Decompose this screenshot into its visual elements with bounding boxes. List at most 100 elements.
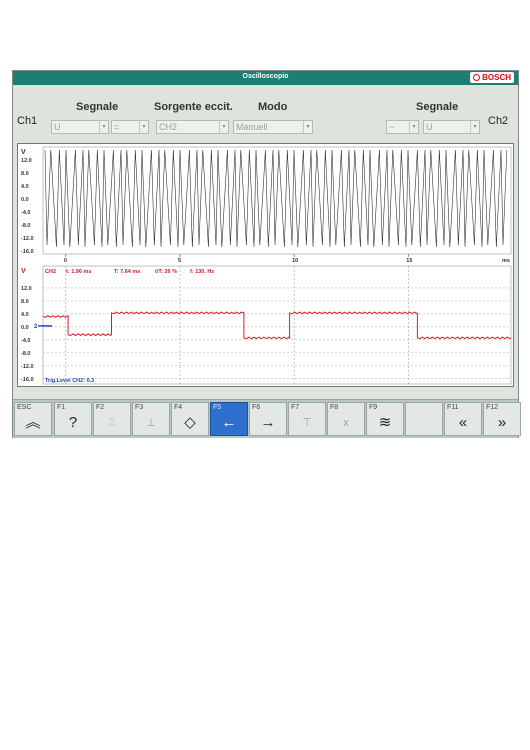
help-person-icon: ?: [68, 414, 78, 431]
trigger-level-readout: Trig.Level CH2: 0.3: [45, 378, 94, 384]
double-up-chevron-icon: ︽: [25, 414, 41, 431]
ch1-y-tick-label: 12.0: [21, 158, 32, 164]
mode-select[interactable]: Manuell ▾: [233, 120, 313, 134]
double-right-chevron-icon: »: [497, 414, 507, 431]
fkey-f7[interactable]: F7 ⊤: [288, 402, 326, 436]
fkey-label: F9: [369, 404, 378, 411]
arrow-right-icon: →: [260, 414, 276, 431]
fkey-f1[interactable]: F1?: [54, 402, 92, 436]
title-bar: Oscilloscopio BOSCH: [13, 71, 518, 85]
plot-area[interactable]: V 12.0 8.0 4.0 0.0 -4.0 -8.0 -12.0 -16.0 0 5 10 15 ms…: [17, 143, 514, 387]
arrow-left-icon: ←: [221, 414, 237, 431]
ch2-y-tick-label: -16.0: [21, 377, 34, 383]
fkey-label: F12: [486, 404, 499, 411]
source-select[interactable]: CH2 ▾: [156, 120, 229, 134]
ch1-unit-label: V: [21, 149, 26, 156]
x-cursor-icon: x: [343, 417, 349, 429]
ch1-x-tick-label: 10: [292, 258, 298, 264]
ch1-coupling-value: =: [114, 122, 120, 132]
ch1-x-tick-label: 5: [178, 258, 181, 264]
fkey-f3[interactable]: F3 ⊥: [132, 402, 170, 436]
chevron-down-icon: ▾: [409, 121, 418, 133]
ch1-y-tick-label: -4.0: [21, 210, 30, 216]
ch2-channel-readout: CH2: [45, 269, 56, 275]
ch1-label: Ch1: [17, 115, 38, 127]
cursor-icon: ⊤: [302, 417, 312, 429]
ch1-signal-value: U: [54, 122, 61, 132]
mode-value: Manuell: [236, 122, 268, 132]
ch2-signal-value: U: [426, 122, 433, 132]
ch2-coupling-select[interactable]: ~ ▾: [386, 120, 419, 134]
channel-controls: Ch1 Segnale Sorgente eccit. Modo Segnale…: [13, 85, 518, 142]
ch2-y-tick-label: -4.0: [21, 338, 30, 344]
ch2-y-tick-label: 4.0: [21, 312, 29, 318]
function-key-bar: ESC ︽ F1? F2 ⎍ F3 ⊥ F4 ◇ F5 ← F6 → F7 ⊤ F8 x F9 ≋ F11 «F12»: [13, 399, 521, 438]
bosch-logo: BOSCH: [470, 72, 514, 83]
fkey-esc[interactable]: ESC ︽: [14, 402, 52, 436]
fkey-label: F3: [135, 404, 144, 411]
ch2-y-tick-label: 12.0: [21, 286, 32, 292]
double-left-chevron-icon: «: [458, 414, 468, 431]
ch2-plot-frame: [42, 265, 512, 385]
ch2-signal-select[interactable]: U ▾: [423, 120, 480, 134]
signal-edge-icon: ⎍: [108, 417, 116, 429]
period-readout: T: 7.64 ms: [114, 269, 140, 275]
ch2-y-tick-label: -12.0: [21, 364, 34, 370]
waveform-icon: ≋: [378, 414, 392, 431]
fkey-label: F1: [57, 404, 66, 411]
fkey-f9[interactable]: F9 ≋: [366, 402, 404, 436]
chevron-down-icon: ▾: [99, 121, 108, 133]
fkey-label: F8: [330, 404, 339, 411]
ch2-y-tick-label: 8.0: [21, 299, 29, 305]
sorgente-label: Sorgente eccit.: [154, 101, 233, 113]
trigger-marker-label: 2: [34, 324, 38, 330]
fkey-f4[interactable]: F4 ◇: [171, 402, 209, 436]
ch1-x-tick-label: 15: [406, 258, 412, 264]
ch2-label: Ch2: [488, 115, 509, 127]
fkey-label: F11: [447, 404, 459, 411]
ch1-y-tick-label: -12.0: [21, 236, 34, 242]
ch1-y-tick-label: 4.0: [21, 184, 29, 190]
window-title: Oscilloscopio: [242, 73, 289, 80]
trigger-icon: ⊥: [146, 417, 156, 429]
ch2-y-tick-label: 0.0: [21, 325, 29, 331]
chevron-down-icon: ▾: [303, 121, 312, 133]
fkey-f11[interactable]: F11 «: [444, 402, 482, 436]
frequency-readout: f: 130. Hz: [190, 269, 214, 275]
ch1-y-tick-label: -8.0: [21, 223, 30, 229]
ch1-coupling-select[interactable]: = ▾: [111, 120, 149, 134]
oscilloscope-display[interactable]: V 12.0 8.0 4.0 0.0 -4.0 -8.0 -12.0 -16.0 0 5 10 15 ms…: [18, 144, 513, 386]
fkey-f5[interactable]: F5 ←: [210, 402, 248, 436]
fkey-label: ESC: [17, 404, 32, 411]
fkey-f6[interactable]: F6 →: [249, 402, 287, 436]
fkey-label: F5: [213, 404, 222, 411]
chevron-down-icon: ▾: [219, 121, 228, 133]
ch2-coupling-value: ~: [389, 122, 395, 132]
ch1-x-unit-label: ms: [502, 258, 510, 264]
chevron-down-icon: ▾: [139, 121, 148, 133]
modo-label: Modo: [258, 101, 288, 113]
oscilloscope-window: Oscilloscopio BOSCH Ch1 Segnale Sorgente…: [12, 70, 521, 438]
ch1-y-tick-label: 0.0: [21, 197, 29, 203]
pulse-width-readout: t: 1.96 ms: [66, 269, 91, 275]
bosch-logo-icon: [473, 74, 481, 81]
ch1-signal-select[interactable]: U ▾: [51, 120, 109, 134]
fkey-label: F4: [174, 404, 183, 411]
fkey-label: F6: [252, 404, 261, 411]
source-value: CH2: [159, 122, 178, 132]
duty-cycle-readout: t/T: 26 %: [155, 269, 177, 275]
fkey-f2[interactable]: F2 ⎍: [93, 402, 131, 436]
ch2-unit-label: V: [21, 268, 26, 275]
bosch-brand-text: BOSCH: [482, 73, 511, 82]
segnale-label-left: Segnale: [76, 101, 119, 113]
segnale-label-right: Segnale: [416, 101, 459, 113]
ch2-y-tick-label: -8.0: [21, 351, 30, 357]
ch1-y-tick-label: -16.0: [21, 249, 34, 255]
fkey-label: F7: [291, 404, 300, 411]
fkey-f8[interactable]: F8 x: [327, 402, 365, 436]
chevron-down-icon: ▾: [470, 121, 479, 133]
diamond-icon: ◇: [184, 414, 196, 431]
fkey-f12[interactable]: F12 »: [483, 402, 521, 436]
ch1-y-tick-label: 8.0: [21, 171, 29, 177]
fkey-empty: [405, 402, 443, 436]
